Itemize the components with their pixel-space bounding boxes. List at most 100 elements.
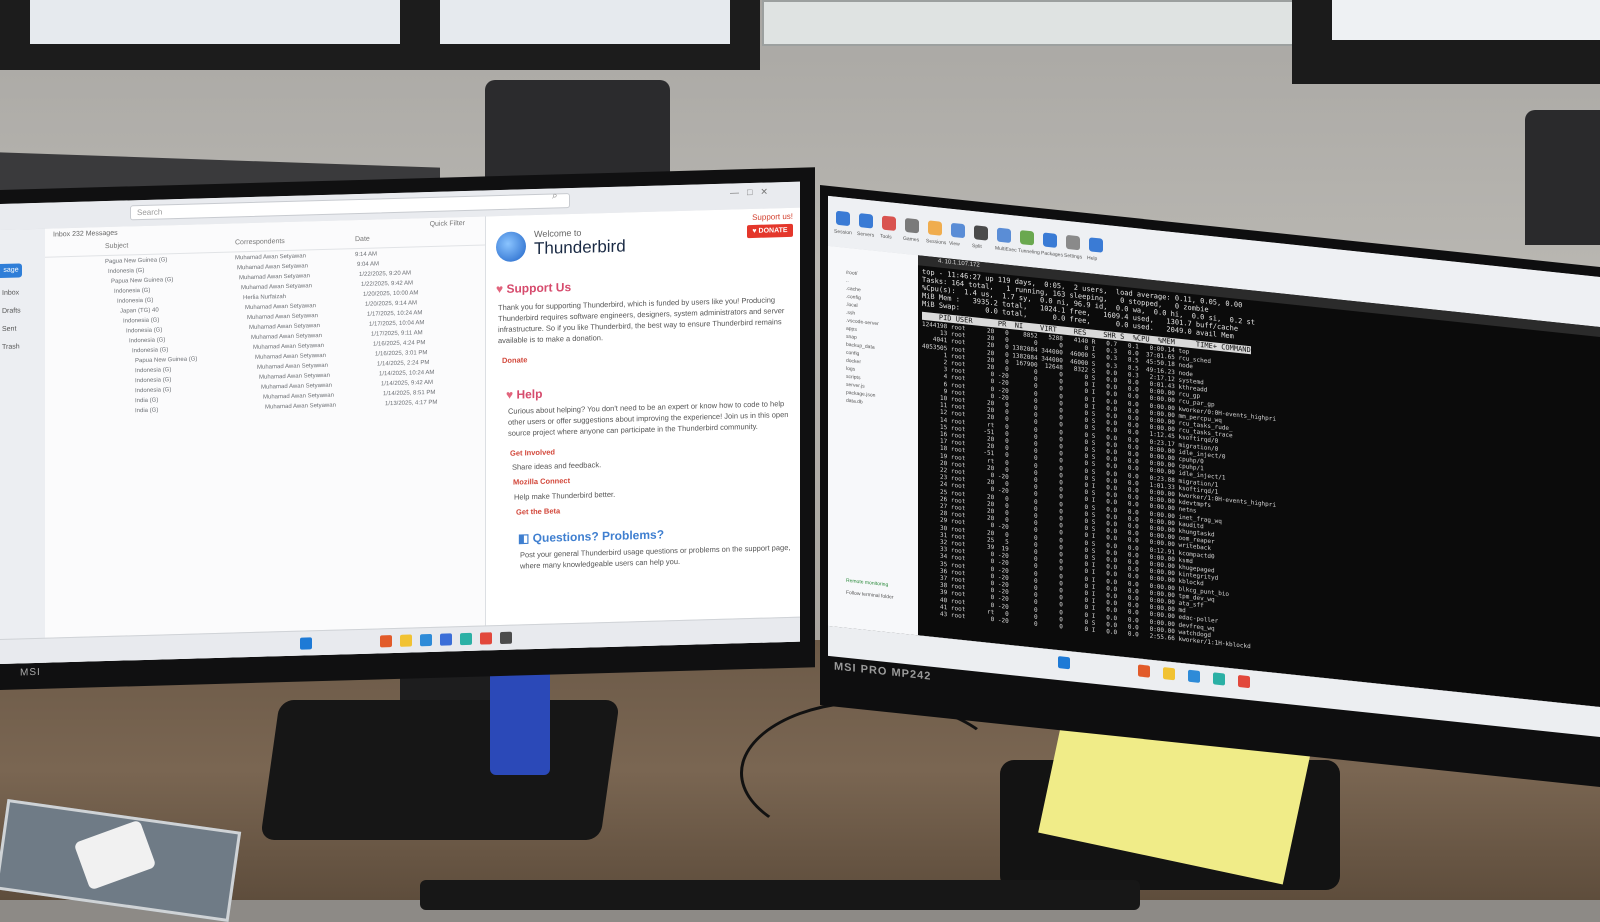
message-from: Muhamad Awan Setyawan (265, 402, 336, 411)
column-correspondents[interactable]: Correspondents (235, 238, 285, 246)
column-subject[interactable]: Subject (105, 242, 128, 250)
file-tree-item[interactable]: /root/ (846, 270, 857, 277)
folder-icon[interactable] (400, 634, 412, 647)
file-tree-item[interactable]: scripts (846, 374, 860, 382)
app-icon[interactable] (1188, 669, 1200, 683)
window-pane (440, 0, 730, 44)
column-date[interactable]: Date (355, 236, 370, 243)
packages-icon[interactable] (1043, 232, 1057, 248)
file-tree-item[interactable]: .ssh (846, 310, 855, 317)
edge-icon[interactable] (1213, 672, 1225, 686)
ribbon-label: Sessions (926, 238, 947, 247)
folder-pane: sage Inbox Drafts Sent Trash (0, 228, 46, 664)
ribbon-label: Games (903, 235, 920, 244)
folder-icon[interactable] (1163, 667, 1175, 681)
office-window-right (1292, 0, 1600, 84)
new-message-button[interactable]: sage (0, 263, 22, 278)
ribbon-label: View (949, 240, 960, 248)
message-subject: Indonesia (G) (108, 267, 145, 275)
thunderbird-logo-icon (496, 231, 526, 263)
left-monitor: Search ⌕ —□✕ sage Inbox Drafts Sent Trash I… (0, 167, 815, 690)
folder-item[interactable]: Inbox (2, 289, 19, 296)
help-icon[interactable] (1089, 237, 1103, 253)
tunneling-icon[interactable] (1020, 230, 1034, 246)
donate-button-label: DONATE (758, 227, 788, 235)
welcome-pane: Welcome to Thunderbird Support us! ♥ DON… (485, 207, 800, 651)
app-icon[interactable] (1238, 674, 1250, 689)
file-tree-item[interactable]: apps (846, 326, 857, 333)
message-date: 1/16/2025, 4:24 PM (373, 340, 426, 348)
message-date: 1/17/2025, 10:24 AM (367, 310, 423, 318)
file-tree-item[interactable]: .cache (846, 286, 861, 294)
view-icon[interactable] (951, 222, 965, 239)
remote-monitoring-toggle[interactable]: Remote monitoring (846, 578, 888, 588)
message-date: 1/14/2025, 8:51 PM (383, 389, 436, 398)
monitor-stand-base (260, 700, 620, 840)
file-tree-item[interactable]: logs (846, 366, 855, 373)
search-icon[interactable]: ⌕ (552, 190, 558, 201)
file-tree-item[interactable]: config (846, 350, 859, 357)
message-from: Herlia Nurfaizah (243, 294, 287, 302)
file-tree-item[interactable]: docker (846, 358, 861, 366)
split-icon[interactable] (974, 225, 988, 241)
file-tree-item[interactable]: .local (846, 302, 858, 309)
folder-item[interactable]: Sent (2, 326, 16, 333)
help-text: Curious about helping? You don't need to… (508, 399, 789, 438)
app-icon[interactable] (420, 633, 432, 647)
quick-filter-button[interactable]: Quick Filter (430, 220, 465, 228)
help-heading-text: Help (516, 386, 543, 402)
terminal-taskbar-icon[interactable] (500, 631, 512, 645)
thunderbird-taskbar-icon[interactable] (440, 633, 452, 646)
message-subject: Indonesia (G) (135, 367, 172, 375)
window-controls[interactable]: —□✕ (730, 186, 776, 198)
window-pane (1332, 0, 1600, 40)
message-date: 1/16/2025, 3:01 PM (375, 350, 428, 358)
keyboard (420, 880, 1140, 910)
message-subject: Pagua New Guinea (G) (105, 257, 168, 266)
file-tree-item[interactable]: data.db (846, 398, 863, 406)
message-subject: India (G) (135, 397, 159, 405)
donate-button[interactable]: ♥ DONATE (747, 223, 793, 239)
follow-terminal-folder-toggle[interactable]: Follow terminal folder (846, 590, 894, 601)
donate-link[interactable]: Donate (502, 355, 527, 365)
app-icon[interactable] (380, 635, 392, 648)
file-tree-item[interactable]: .. (846, 278, 849, 284)
games-icon[interactable] (905, 217, 919, 234)
app-icon[interactable] (1138, 664, 1150, 678)
message-from: Muhamad Awan Setyawan (253, 342, 324, 351)
file-tree-item[interactable]: snap (846, 334, 857, 341)
tools-icon[interactable] (882, 215, 896, 231)
get-involved-link[interactable]: Get Involved (510, 447, 555, 457)
heart-icon: ♥ (506, 387, 517, 402)
mozilla-connect-link[interactable]: Mozilla Connect (513, 476, 570, 487)
folder-item[interactable]: Trash (2, 343, 20, 350)
support-heading: ♥ Support Us (496, 280, 571, 296)
message-date: 1/17/2025, 10:04 AM (369, 320, 425, 328)
file-tree-item[interactable]: server.js (846, 382, 865, 390)
ribbon-label: Tools (880, 233, 892, 241)
whiteboard (762, 0, 1302, 46)
support-us-link[interactable]: Support us! (752, 212, 793, 222)
message-from: Muhamad Awan Setyawan (263, 392, 334, 401)
message-from: Muhamad Awan Setyawan (261, 382, 332, 391)
terminal-pane[interactable]: 4. 10.1.107.172 top - 11:46:27 up 119 da… (918, 255, 1600, 707)
message-from: Muhamad Awan Setyawan (249, 323, 320, 332)
servers-icon[interactable] (859, 213, 873, 229)
multiexec-icon[interactable] (997, 227, 1011, 244)
sessions-icon[interactable] (928, 220, 942, 236)
message-date: 1/14/2025, 10:24 AM (379, 369, 435, 378)
start-icon[interactable] (1058, 656, 1070, 670)
get-beta-link[interactable]: Get the Beta (516, 506, 560, 516)
session-icon[interactable] (836, 210, 850, 227)
file-tree-item[interactable]: .config (846, 294, 861, 302)
message-subject: Indonesia (G) (135, 377, 172, 385)
support-heading-text: Support Us (506, 280, 572, 296)
start-icon[interactable] (300, 637, 312, 650)
message-from: Muhamad Awan Setyawan (257, 362, 328, 371)
settings-icon[interactable] (1066, 234, 1080, 251)
help-heading: ♥ Help (506, 387, 542, 402)
app-icon[interactable] (480, 632, 492, 645)
folder-item[interactable]: Drafts (2, 307, 21, 315)
questions-text: Post your general Thunderbird usage ques… (520, 542, 791, 571)
edge-icon[interactable] (460, 632, 472, 646)
